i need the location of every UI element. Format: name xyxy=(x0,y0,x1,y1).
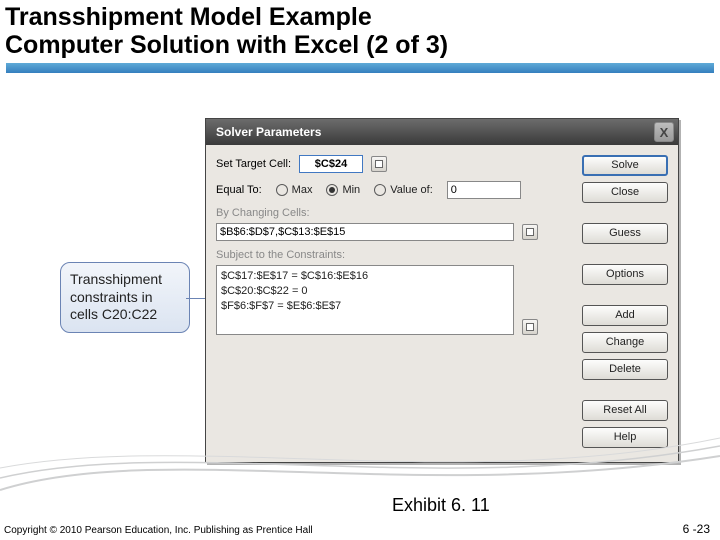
changing-cells-input[interactable] xyxy=(216,223,514,241)
callout-text: Transshipment constraints in cells C20:C… xyxy=(70,271,162,322)
help-button[interactable]: Help xyxy=(582,427,668,448)
range-picker-icon[interactable] xyxy=(522,319,538,335)
close-icon[interactable]: X xyxy=(654,122,674,142)
title-underline xyxy=(6,63,714,73)
change-button[interactable]: Change xyxy=(582,332,668,353)
target-cell-input[interactable] xyxy=(299,155,363,173)
constraints-listbox[interactable]: $C$17:$E$17 = $C$16:$E$16 $C$20:$C$22 = … xyxy=(216,265,514,335)
constraint-row[interactable]: $C$20:$C$22 = 0 xyxy=(221,284,509,299)
options-button[interactable]: Options xyxy=(582,264,668,285)
range-picker-icon[interactable] xyxy=(371,156,387,172)
range-picker-icon[interactable] xyxy=(522,224,538,240)
radio-valueof-label: Value of: xyxy=(390,184,433,196)
callout-bubble: Transshipment constraints in cells C20:C… xyxy=(60,262,190,333)
radio-max-label: Max xyxy=(292,184,313,196)
dialog-title: Solver Parameters xyxy=(216,125,321,139)
dialog-titlebar[interactable]: Solver Parameters X xyxy=(206,119,678,145)
radio-max[interactable]: Max xyxy=(276,184,313,196)
subject-to-label: Subject to the Constraints: xyxy=(216,249,574,261)
radio-value-of[interactable]: Value of: xyxy=(374,184,433,196)
exhibit-label: Exhibit 6. 11 xyxy=(392,495,490,516)
close-button[interactable]: Close xyxy=(582,182,668,203)
solver-dialog: Solver Parameters X Set Target Cell: Equ… xyxy=(205,118,679,463)
reset-all-button[interactable]: Reset All xyxy=(582,400,668,421)
solve-button[interactable]: Solve xyxy=(582,155,668,176)
equal-to-label: Equal To: xyxy=(216,184,262,196)
radio-min-label: Min xyxy=(342,184,360,196)
title-line2: Computer Solution with Excel (2 of 3) xyxy=(5,31,715,59)
page-number: 6 -23 xyxy=(683,522,710,536)
constraint-row[interactable]: $C$17:$E$17 = $C$16:$E$16 xyxy=(221,269,509,284)
set-target-label: Set Target Cell: xyxy=(216,158,291,170)
radio-min[interactable]: Min xyxy=(326,184,360,196)
copyright-text: Copyright © 2010 Pearson Education, Inc.… xyxy=(4,525,313,536)
by-changing-label: By Changing Cells: xyxy=(216,207,574,219)
constraint-row[interactable]: $F$6:$F$7 = $E$6:$E$7 xyxy=(221,299,509,314)
guess-button[interactable]: Guess xyxy=(582,223,668,244)
value-of-input[interactable] xyxy=(447,181,521,199)
title-line1: Transshipment Model Example xyxy=(5,3,715,31)
delete-button[interactable]: Delete xyxy=(582,359,668,380)
add-button[interactable]: Add xyxy=(582,305,668,326)
